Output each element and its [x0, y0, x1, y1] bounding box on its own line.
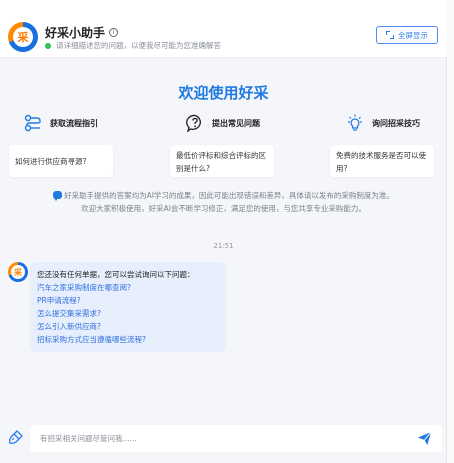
disclaimer: 好采助手提供的答案均为AI学习的成果，因此可能出现错误和差异，具体请以发布的采购…	[0, 189, 447, 215]
chat-header: 采 好采小助手 i 请详细描述您的问题，以便我尽可能为您准确解答 全屏显示	[0, 0, 447, 58]
lightbulb-icon	[348, 114, 362, 131]
suggested-question-link[interactable]: 招标采购方式应当遵循哪些流程?	[37, 333, 219, 346]
title-row: 好采小助手 i	[45, 24, 119, 41]
online-status-dot	[45, 42, 51, 49]
avatar-text: 采	[11, 265, 25, 279]
fullscreen-button[interactable]: 全屏显示	[376, 26, 438, 44]
assistant-logo: 采	[8, 22, 38, 52]
send-icon[interactable]	[417, 431, 432, 446]
message-timestamp: 21:51	[213, 242, 234, 250]
chat-window: 采 好采小助手 i 请详细描述您的问题，以便我尽可能为您准确解答 全屏显示 欢迎…	[0, 0, 447, 463]
suggested-question-link[interactable]: 怎么提交集采需求?	[37, 307, 219, 320]
suggested-question-link[interactable]: 怎么引入新供应商?	[37, 320, 219, 333]
message-input[interactable]	[30, 425, 442, 452]
bot-avatar: 采	[8, 262, 28, 282]
question-card-3[interactable]: 免费的技术服务是否可以使用?	[330, 145, 434, 177]
fullscreen-label: 全屏显示	[398, 30, 428, 40]
category-label: 提出常见问题	[212, 118, 260, 128]
category-flow-guide: 获取流程指引	[24, 114, 98, 132]
category-label: 询问招采技巧	[372, 118, 420, 128]
category-faq: 提出常见问题	[186, 114, 260, 132]
expand-icon	[386, 31, 394, 39]
suggested-question-link[interactable]: PR申请流程?	[37, 294, 219, 307]
category-tips: 询问招采技巧	[346, 114, 420, 132]
disclaimer-text-1: 好采助手提供的答案均为AI学习的成果，因此可能出现错误和差异，具体请以发布的采购…	[64, 191, 394, 200]
welcome-title: 欢迎使用好采	[178, 84, 269, 102]
bot-message-bubble: 您还没有任何单据，您可以尝试询问以下问题： 汽车之家采购制度在哪查阅? PR申请…	[30, 262, 226, 352]
status-row: 请详细描述您的问题，以便我尽可能为您准确解答	[45, 40, 221, 51]
window-edge	[447, 0, 454, 463]
disclaimer-line-1: 好采助手提供的答案均为AI学习的成果，因此可能出现错误和差异，具体请以发布的采购…	[0, 189, 447, 202]
clear-brush-icon[interactable]	[8, 429, 24, 445]
category-label: 获取流程指引	[50, 118, 98, 128]
bot-message-intro: 您还没有任何单据，您可以尝试询问以下问题：	[37, 270, 195, 279]
assistant-subtitle: 请详细描述您的问题，以便我尽可能为您准确解答	[56, 41, 221, 50]
disclaimer-line-2: 欢迎大家积极使用，好采AI会不断学习修正，满足您的使用，与您共享专业采购能力。	[81, 204, 366, 213]
flow-icon	[24, 114, 41, 132]
input-bar	[0, 423, 447, 453]
logo-text: 采	[13, 27, 33, 47]
question-card-2[interactable]: 最低价评标和综合评标的区别是什么?	[170, 145, 274, 177]
suggested-question-link[interactable]: 汽车之家采购制度在哪查阅?	[37, 281, 219, 294]
question-card-1[interactable]: 如何进行供应商寻源?	[9, 145, 113, 177]
assistant-title: 好采小助手	[45, 26, 106, 40]
info-icon[interactable]: i	[109, 28, 119, 37]
question-bubble-icon	[186, 114, 201, 132]
chat-bubble-icon	[53, 191, 63, 201]
